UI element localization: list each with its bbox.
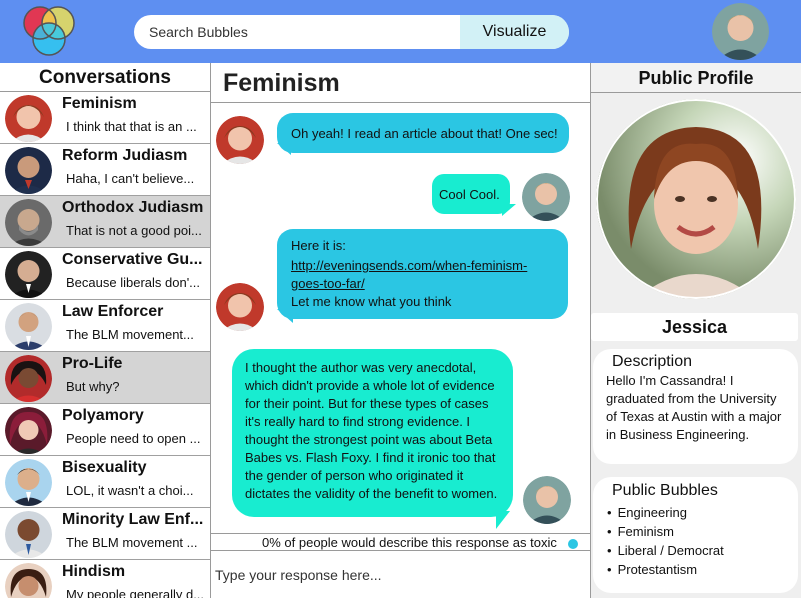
conversation-name: Minority Law Enf...	[62, 511, 204, 528]
bubble-tail	[277, 143, 291, 155]
bubbles-logo-icon[interactable]	[18, 3, 82, 59]
list-item[interactable]: Feminism	[607, 522, 724, 541]
bubble-tail	[502, 204, 516, 216]
conversation-name: Orthodox Judiasm	[62, 199, 204, 216]
conversation-item-law-enforcer[interactable]: Law Enforcer The BLM movement...	[0, 300, 210, 352]
search-bar: Visualize	[134, 15, 569, 49]
profile-photo	[596, 99, 796, 299]
bubble-tail	[277, 309, 293, 323]
conversation-item-reform-judiasm[interactable]: Reform Judiasm Haha, I can't believe...	[0, 144, 210, 196]
conversation-item-conservative[interactable]: Conservative Gu... Because liberals don'…	[0, 248, 210, 300]
conversation-preview: People need to open ...	[66, 431, 201, 446]
conversation-preview: LOL, it wasn't a choi...	[66, 483, 194, 498]
conversations-title: Conversations	[0, 63, 210, 92]
conversation-preview: I think that that is an ...	[66, 119, 197, 134]
avatar	[5, 355, 52, 402]
conversation-name: Conservative Gu...	[62, 251, 203, 268]
bubble-tail	[496, 511, 510, 529]
message-text: Here it is:	[291, 238, 346, 253]
conversation-item-minority-law[interactable]: Minority Law Enf... The BLM movement ...	[0, 508, 210, 560]
toxicity-text: 0% of people would describe this respons…	[262, 535, 557, 550]
message-bubble: Oh yeah! I read an article about that! O…	[277, 113, 569, 153]
top-bar: Visualize	[0, 0, 801, 63]
conversation-item-feminism[interactable]: Feminism I think that that is an ...	[0, 92, 210, 144]
conversation-item-bisexuality[interactable]: Bisexuality LOL, it wasn't a choi...	[0, 456, 210, 508]
profile-title: Public Profile	[591, 63, 801, 93]
public-bubbles-list: Engineering Feminism Liberal / Democrat …	[607, 503, 724, 579]
avatar	[5, 563, 52, 598]
visualize-button[interactable]: Visualize	[460, 15, 569, 49]
avatar	[5, 147, 52, 194]
chat-panel: Feminism Oh yeah! I read an article abou…	[211, 63, 590, 598]
profile-name-bar: Jessica	[591, 313, 798, 341]
avatar	[522, 173, 570, 221]
conversation-name: Law Enforcer	[62, 303, 164, 320]
description-title: Description	[612, 353, 693, 370]
list-item[interactable]: Protestantism	[607, 560, 724, 579]
conversation-item-pro-life[interactable]: Pro-Life But why?	[0, 352, 210, 404]
public-bubbles-title: Public Bubbles	[612, 482, 718, 499]
search-input[interactable]	[134, 15, 460, 49]
message-bubble: I thought the author was very anecdotal,…	[232, 349, 513, 517]
conversation-preview: My people generally d...	[66, 587, 205, 598]
conversation-preview: The BLM movement...	[66, 327, 194, 342]
divider	[211, 102, 590, 103]
chat-title: Feminism	[223, 69, 340, 97]
app-window: Visualize Conversations Feminism I think…	[0, 0, 801, 598]
conversation-item-polyamory[interactable]: Polyamory People need to open ...	[0, 404, 210, 456]
avatar	[5, 199, 52, 246]
avatar	[5, 303, 52, 350]
description-text: Hello I'm Cassandra! I graduated from th…	[606, 373, 782, 442]
avatar	[216, 116, 264, 164]
list-item[interactable]: Liberal / Democrat	[607, 541, 724, 560]
list-item[interactable]: Engineering	[607, 503, 724, 522]
avatar	[523, 476, 571, 524]
avatar	[5, 511, 52, 558]
profile-name: Jessica	[661, 317, 728, 337]
conversations-panel: Conversations Feminism I think that that…	[0, 63, 211, 598]
description-card: Description Hello I'm Cassandra! I gradu…	[593, 349, 798, 464]
message-text: Let me know what you think	[291, 294, 452, 309]
conversation-name: Feminism	[62, 95, 137, 112]
avatar	[5, 251, 52, 298]
profile-panel: Public Profile Jessica Description Hello…	[590, 63, 801, 598]
conversation-name: Reform Judiasm	[62, 147, 188, 164]
conversation-preview: That is not a good poi...	[66, 223, 202, 238]
conversation-name: Bisexuality	[62, 459, 147, 476]
conversation-preview: The BLM movement ...	[66, 535, 198, 550]
message-text: Oh yeah! I read an article about that! O…	[291, 126, 558, 141]
message-text: I thought the author was very anecdotal,…	[245, 360, 498, 501]
toxicity-indicator-icon	[568, 539, 578, 549]
avatar	[5, 459, 52, 506]
conversation-name: Pro-Life	[62, 355, 123, 372]
user-avatar[interactable]	[712, 3, 769, 60]
conversation-item-hindism[interactable]: Hindism My people generally d...	[0, 560, 210, 598]
message-text: Cool Cool.	[439, 187, 500, 202]
conversation-name: Hindism	[62, 563, 126, 580]
toxicity-bar: 0% of people would describe this respons…	[211, 533, 590, 551]
conversation-name: Polyamory	[62, 407, 144, 424]
avatar	[5, 95, 52, 142]
conversation-preview: Because liberals don'...	[66, 275, 201, 290]
avatar	[5, 407, 52, 454]
article-link[interactable]: http://eveningsends.com/when-feminism-go…	[291, 257, 551, 293]
conversation-item-orthodox-judiasm[interactable]: Orthodox Judiasm That is not a good poi.…	[0, 196, 210, 248]
message-bubble: Cool Cool.	[432, 174, 510, 214]
conversation-preview: But why?	[66, 379, 120, 394]
response-input[interactable]	[211, 551, 590, 598]
public-bubbles-card: Public Bubbles Engineering Feminism Libe…	[593, 477, 798, 593]
message-bubble: Here it is: http://eveningsends.com/when…	[277, 229, 568, 319]
avatar	[216, 283, 264, 331]
conversation-preview: Haha, I can't believe...	[66, 171, 195, 186]
